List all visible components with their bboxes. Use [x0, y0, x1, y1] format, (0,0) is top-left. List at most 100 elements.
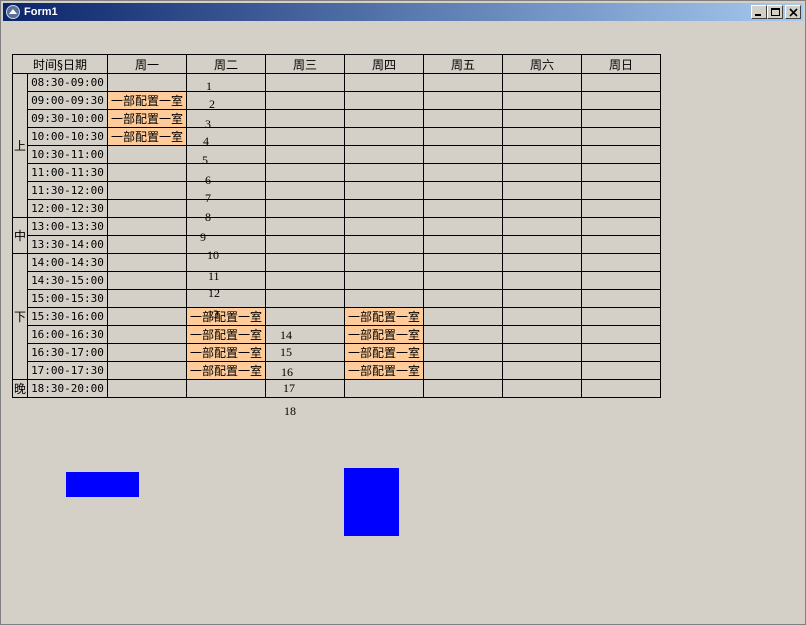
schedule-cell[interactable]: [502, 91, 582, 110]
schedule-cell[interactable]: [265, 325, 345, 344]
schedule-cell[interactable]: [107, 217, 187, 236]
schedule-cell[interactable]: [502, 235, 582, 254]
schedule-cell[interactable]: [581, 289, 661, 308]
schedule-cell[interactable]: [344, 289, 424, 308]
schedule-cell[interactable]: [581, 253, 661, 272]
booking-cell[interactable]: 一部配置一室: [344, 325, 424, 344]
schedule-cell[interactable]: [502, 163, 582, 182]
schedule-cell[interactable]: [581, 271, 661, 290]
schedule-cell[interactable]: [265, 379, 345, 398]
schedule-cell[interactable]: [423, 361, 503, 380]
schedule-cell[interactable]: [423, 73, 503, 92]
schedule-cell[interactable]: [581, 361, 661, 380]
schedule-cell[interactable]: [344, 127, 424, 146]
schedule-cell[interactable]: [265, 163, 345, 182]
schedule-cell[interactable]: [107, 253, 187, 272]
booking-cell[interactable]: 一部配置一室: [186, 307, 266, 326]
schedule-cell[interactable]: [186, 127, 266, 146]
schedule-cell[interactable]: [265, 127, 345, 146]
schedule-cell[interactable]: [107, 163, 187, 182]
schedule-cell[interactable]: [423, 271, 503, 290]
schedule-cell[interactable]: [423, 181, 503, 200]
schedule-cell[interactable]: [502, 73, 582, 92]
schedule-cell[interactable]: [423, 289, 503, 308]
schedule-cell[interactable]: [107, 361, 187, 380]
app-icon[interactable]: [6, 5, 20, 19]
schedule-cell[interactable]: [265, 181, 345, 200]
maximize-button[interactable]: [767, 5, 783, 19]
schedule-cell[interactable]: [265, 289, 345, 308]
schedule-cell[interactable]: [423, 379, 503, 398]
schedule-cell[interactable]: [186, 181, 266, 200]
schedule-cell[interactable]: [265, 109, 345, 128]
schedule-cell[interactable]: [186, 163, 266, 182]
schedule-cell[interactable]: [344, 73, 424, 92]
schedule-cell[interactable]: [423, 343, 503, 362]
schedule-cell[interactable]: [581, 181, 661, 200]
schedule-cell[interactable]: [107, 73, 187, 92]
schedule-cell[interactable]: [344, 145, 424, 164]
schedule-cell[interactable]: [581, 343, 661, 362]
schedule-cell[interactable]: [344, 235, 424, 254]
schedule-cell[interactable]: [107, 289, 187, 308]
schedule-cell[interactable]: [265, 253, 345, 272]
schedule-cell[interactable]: [344, 271, 424, 290]
schedule-cell[interactable]: [186, 379, 266, 398]
schedule-cell[interactable]: [502, 271, 582, 290]
schedule-cell[interactable]: [423, 127, 503, 146]
schedule-cell[interactable]: [581, 91, 661, 110]
schedule-cell[interactable]: [423, 253, 503, 272]
booking-cell[interactable]: 一部配置一室: [344, 343, 424, 362]
schedule-cell[interactable]: [265, 307, 345, 326]
schedule-cell[interactable]: [581, 217, 661, 236]
schedule-cell[interactable]: [423, 325, 503, 344]
schedule-cell[interactable]: [581, 127, 661, 146]
schedule-cell[interactable]: [423, 163, 503, 182]
schedule-cell[interactable]: [107, 325, 187, 344]
schedule-cell[interactable]: [502, 325, 582, 344]
schedule-cell[interactable]: [344, 109, 424, 128]
schedule-cell[interactable]: [107, 181, 187, 200]
schedule-cell[interactable]: [344, 199, 424, 218]
schedule-cell[interactable]: [107, 199, 187, 218]
schedule-cell[interactable]: [502, 343, 582, 362]
schedule-cell[interactable]: [423, 307, 503, 326]
schedule-cell[interactable]: [581, 109, 661, 128]
schedule-cell[interactable]: [186, 235, 266, 254]
schedule-cell[interactable]: [265, 235, 345, 254]
schedule-cell[interactable]: [107, 145, 187, 164]
schedule-cell[interactable]: [502, 361, 582, 380]
schedule-cell[interactable]: [502, 217, 582, 236]
booking-cell[interactable]: 一部配置一室: [186, 325, 266, 344]
schedule-cell[interactable]: [265, 217, 345, 236]
schedule-cell[interactable]: [186, 109, 266, 128]
close-button[interactable]: [785, 5, 801, 19]
booking-cell[interactable]: 一部配置一室: [107, 109, 187, 128]
schedule-cell[interactable]: [502, 253, 582, 272]
schedule-cell[interactable]: [581, 73, 661, 92]
title-bar[interactable]: Form1: [3, 3, 803, 21]
schedule-cell[interactable]: [581, 145, 661, 164]
schedule-cell[interactable]: [265, 73, 345, 92]
schedule-cell[interactable]: [502, 379, 582, 398]
schedule-cell[interactable]: [186, 289, 266, 308]
schedule-cell[interactable]: [581, 379, 661, 398]
schedule-cell[interactable]: [107, 307, 187, 326]
schedule-cell[interactable]: [344, 253, 424, 272]
schedule-cell[interactable]: [423, 145, 503, 164]
schedule-cell[interactable]: [344, 163, 424, 182]
schedule-cell[interactable]: [423, 109, 503, 128]
schedule-cell[interactable]: [265, 91, 345, 110]
booking-cell[interactable]: 一部配置一室: [107, 127, 187, 146]
schedule-cell[interactable]: [344, 379, 424, 398]
schedule-cell[interactable]: [423, 235, 503, 254]
schedule-cell[interactable]: [581, 307, 661, 326]
schedule-cell[interactable]: [423, 91, 503, 110]
schedule-cell[interactable]: [423, 217, 503, 236]
schedule-cell[interactable]: [502, 127, 582, 146]
schedule-cell[interactable]: [344, 217, 424, 236]
booking-cell[interactable]: 一部配置一室: [344, 361, 424, 380]
schedule-cell[interactable]: [107, 235, 187, 254]
schedule-cell[interactable]: [344, 91, 424, 110]
schedule-cell[interactable]: [186, 253, 266, 272]
